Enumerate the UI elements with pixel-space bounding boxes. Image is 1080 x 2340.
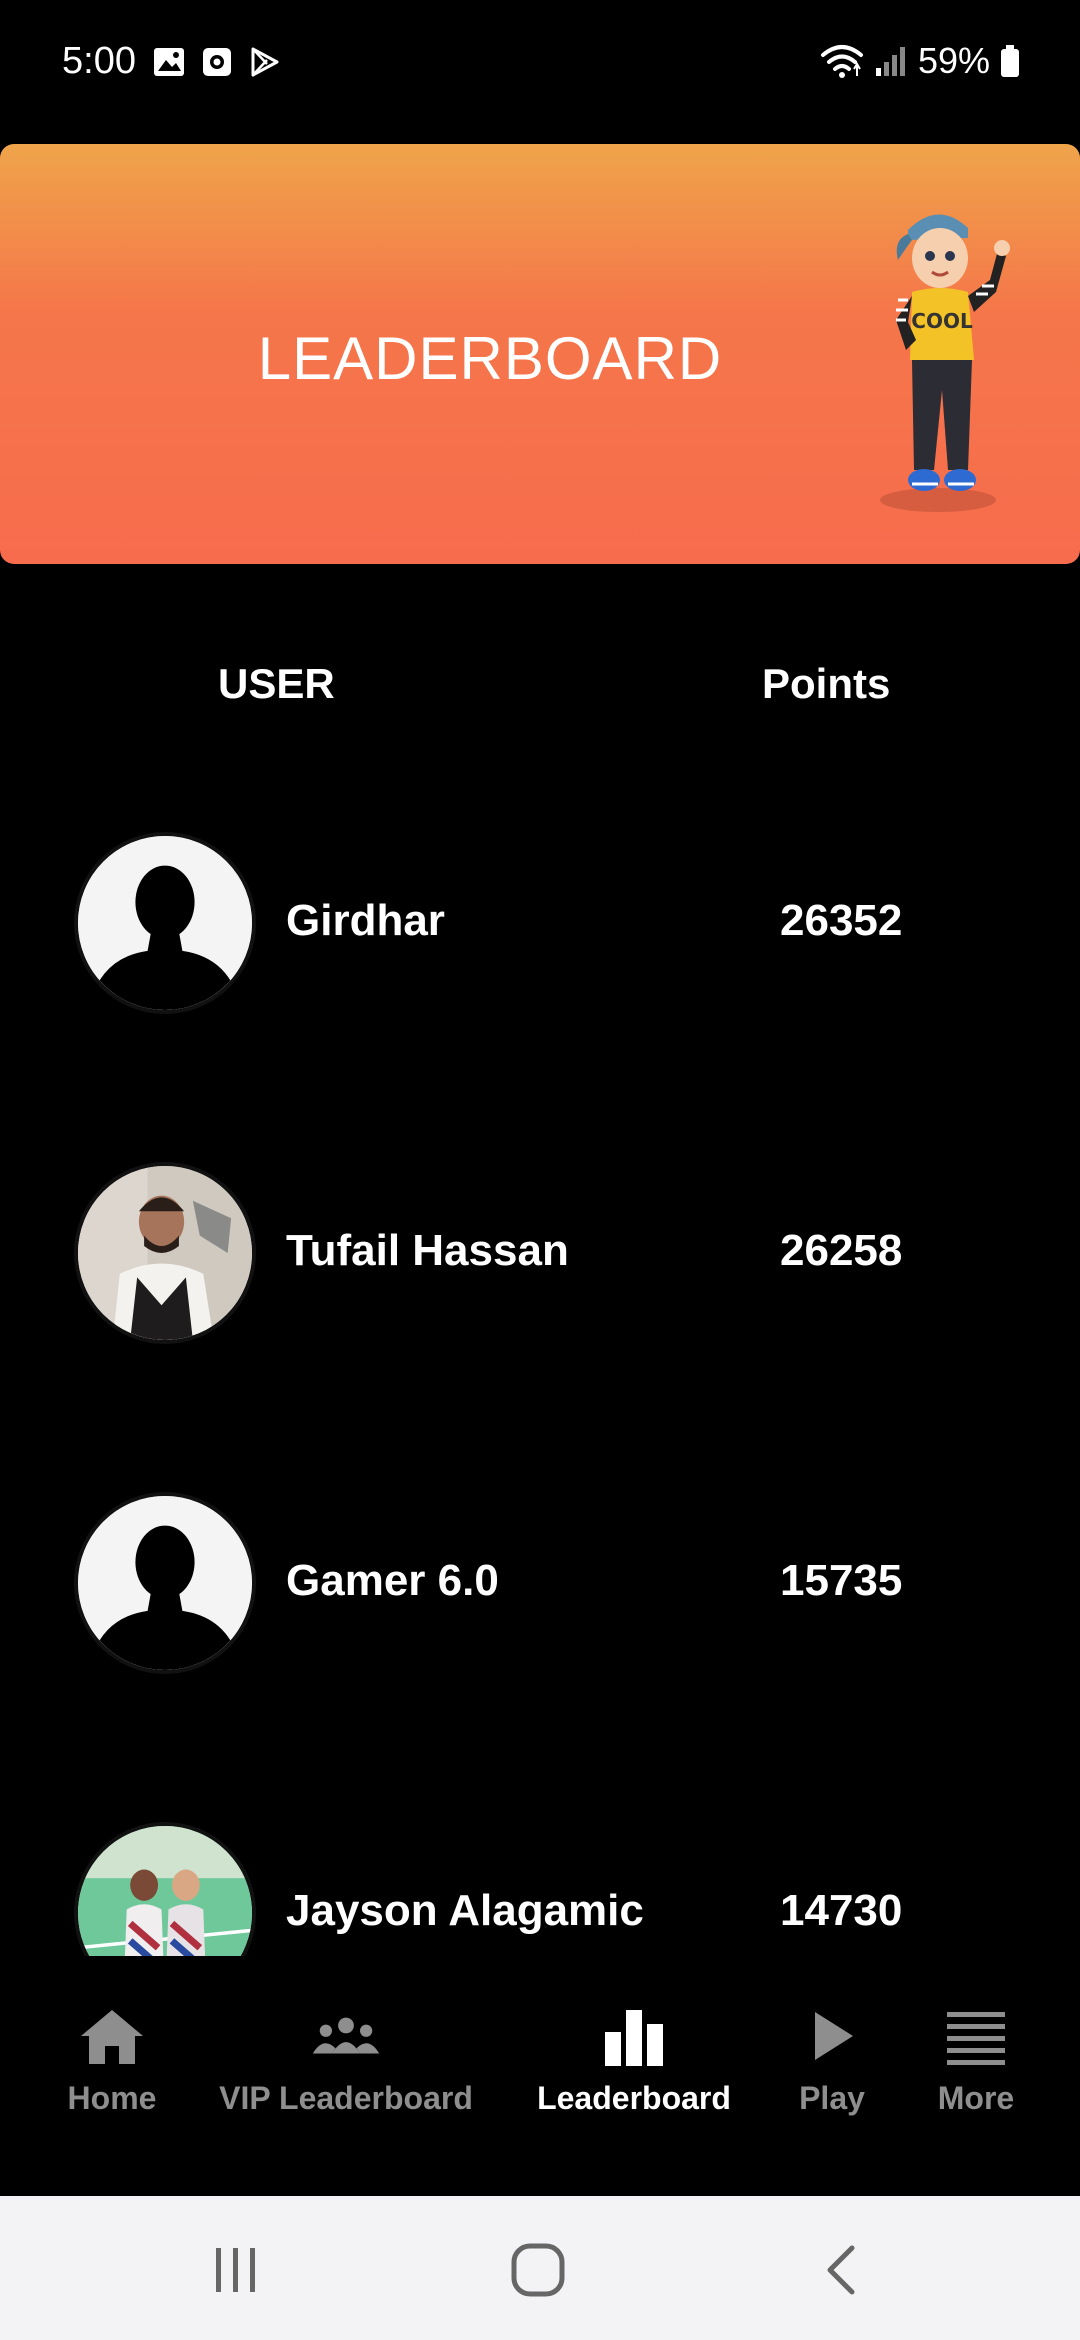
status-bar: 5:00 59%: [0, 0, 1080, 128]
svg-text:COOL: COOL: [911, 309, 973, 333]
play-store-icon: [251, 47, 279, 77]
nav-label-leaderboard: Leaderboard: [537, 2080, 731, 2116]
nav-label-more: More: [937, 2080, 1015, 2116]
battery-icon: [1001, 45, 1019, 77]
person-silhouette-icon: [78, 1496, 252, 1670]
user-photo: [78, 1166, 252, 1340]
user-name: Gamer 6.0: [286, 1556, 499, 1605]
home-icon: [81, 2010, 143, 2064]
user-name: Jayson Alagamic: [286, 1886, 644, 1935]
status-right: 59%: [820, 40, 1020, 82]
nav-label-home: Home: [67, 2080, 157, 2116]
leaderboard-row[interactable]: Gamer 6.0 15735: [0, 1492, 1080, 1692]
user-name: Girdhar: [286, 896, 445, 945]
person-silhouette-icon: [78, 836, 252, 1010]
default-avatar: [74, 1492, 256, 1674]
home-circle-icon[interactable]: [508, 2240, 568, 2300]
mascot-illustration: COOL: [880, 214, 1010, 512]
battery-percent: 59%: [917, 40, 990, 81]
nav-label-play: Play: [799, 2080, 865, 2116]
status-time: 5:00: [62, 40, 136, 82]
wifi-icon: [820, 45, 863, 78]
signal-icon: [875, 47, 905, 76]
back-icon[interactable]: [812, 2240, 872, 2300]
user-photo: [78, 1826, 252, 1956]
menu-icon: [947, 2012, 1005, 2065]
user-name: Tufail Hassan: [286, 1226, 569, 1275]
bottom-navigation: Home VIP Leaderboard Leaderboard Play Mo…: [0, 1956, 1080, 2196]
user-points: 26258: [780, 1226, 903, 1275]
leaderboard-list[interactable]: Girdhar 26352 Tufail Hassan 26258 Gamer …: [0, 760, 1080, 1956]
nav-leaderboard[interactable]: Leaderboard: [536, 2006, 732, 2117]
nav-more[interactable]: More: [934, 2006, 1018, 2117]
default-avatar: [74, 832, 256, 1014]
nav-vip-leaderboard[interactable]: VIP Leaderboard: [219, 2006, 473, 2117]
leaderboard-banner: LEADERBOARD COOL: [0, 144, 1080, 564]
user-points: 14730: [780, 1886, 903, 1935]
gallery-icon: [154, 48, 184, 76]
leaderboard-row[interactable]: Jayson Alagamic 14730: [0, 1822, 1080, 1956]
bar-chart-icon: [605, 2010, 663, 2066]
column-header-user: USER: [218, 660, 335, 707]
status-notification-icons: [152, 46, 282, 78]
system-navigation-bar: [0, 2196, 1080, 2340]
recent-apps-icon[interactable]: [206, 2240, 266, 2300]
photo-avatar: [74, 1162, 256, 1344]
screen-record-icon: [203, 48, 231, 76]
user-points: 15735: [780, 1556, 903, 1605]
group-icon: [312, 2017, 380, 2054]
column-header-points: Points: [762, 660, 891, 707]
banner-title: LEADERBOARD: [257, 325, 723, 392]
nav-play[interactable]: Play: [796, 2006, 868, 2117]
leaderboard-row[interactable]: Girdhar 26352: [0, 832, 1080, 1032]
nav-home[interactable]: Home: [66, 2006, 158, 2117]
photo-avatar: [74, 1822, 256, 1956]
user-points: 26352: [780, 896, 903, 945]
nav-label-vip-leaderboard: VIP Leaderboard: [219, 2080, 473, 2116]
leaderboard-row[interactable]: Tufail Hassan 26258: [0, 1162, 1080, 1362]
play-icon: [815, 2012, 853, 2060]
